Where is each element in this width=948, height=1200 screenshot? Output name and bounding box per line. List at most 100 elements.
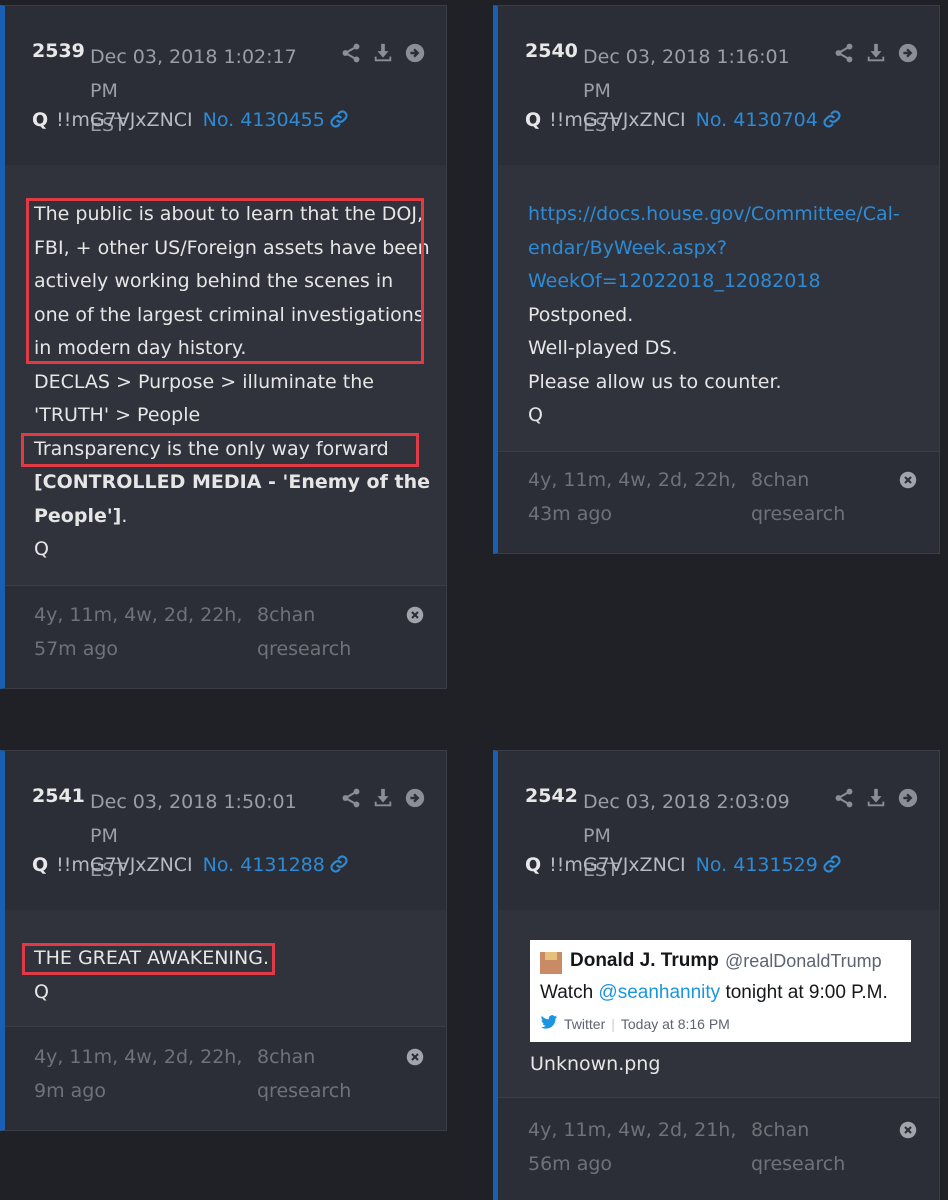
tweet-text-suffix: tonight at 9:00 P.M. xyxy=(720,982,888,1003)
age-line: 57m ago xyxy=(34,638,119,660)
tweet-text: Watch @seanhannity tonight at 9:00 P.M. xyxy=(540,982,888,1004)
post-number-link[interactable]: No. 4130704 xyxy=(696,109,818,131)
post-datetime: Dec 03, 2018 1:02:17 PM xyxy=(90,46,297,102)
board-name: qresearch xyxy=(257,1080,352,1102)
board-name: 8chan xyxy=(751,1119,810,1141)
post-number-link[interactable]: No. 4130455 xyxy=(203,109,325,131)
poster-name: Q xyxy=(32,854,49,876)
download-icon[interactable] xyxy=(865,787,887,809)
post-age: 4y, 11m, 4w, 2d, 21h, 56m ago xyxy=(528,1113,736,1181)
tweet-source: Twitter xyxy=(564,1016,606,1032)
age-line: 56m ago xyxy=(528,1153,613,1175)
tripcode: !!mG7VJxZNCI xyxy=(549,109,686,131)
tweet-author-handle: @realDonaldTrump xyxy=(725,951,882,971)
tweet-mention: @seanhannity xyxy=(598,982,721,1003)
post-trip: Q !!mG7VJxZNCI No. 4131288 xyxy=(32,852,349,881)
download-icon[interactable] xyxy=(865,42,887,64)
post-footer: 4y, 11m, 4w, 2d, 21h, 56m ago 8chan qres… xyxy=(498,1096,939,1200)
poster-name: Q xyxy=(525,854,542,876)
post-actions xyxy=(833,42,919,64)
close-icon[interactable] xyxy=(406,1048,424,1066)
close-icon[interactable] xyxy=(899,471,917,489)
post-datetime: Dec 03, 2018 1:50:01 PM xyxy=(90,791,297,847)
post-trip: Q !!mG7VJxZNCI No. 4130455 xyxy=(32,107,349,136)
close-icon[interactable] xyxy=(406,606,424,624)
post-line: Well-played DS. xyxy=(528,337,678,359)
board-name: 8chan xyxy=(257,1046,316,1068)
post-actions xyxy=(340,42,426,64)
post-line-bold: [CONTROLLED MEDIA - 'Enemy of the xyxy=(34,466,430,500)
post-url-link[interactable]: endar/ByWeek.aspx? xyxy=(528,237,727,259)
share-icon[interactable] xyxy=(340,42,362,64)
post-card: 2542 Dec 03, 2018 2:03:09 PM EST Q !!mG7V… xyxy=(493,750,940,1200)
post-footer: 4y, 11m, 4w, 2d, 22h, 9m ago 8chan qrese… xyxy=(5,1024,446,1130)
age-line: 4y, 11m, 4w, 2d, 22h, xyxy=(34,1046,243,1068)
tweet-text-prefix: Watch xyxy=(540,982,599,1003)
tweet-author-name: Donald J. Trump xyxy=(570,950,719,971)
post-number-link[interactable]: No. 4131529 xyxy=(696,854,818,876)
goto-arrow-icon[interactable] xyxy=(897,42,919,64)
post-age: 4y, 11m, 4w, 2d, 22h, 43m ago xyxy=(528,463,736,531)
post-line-bold: People']. xyxy=(34,500,430,534)
post-trip: Q !!mG7VJxZNCI No. 4130704 xyxy=(525,107,842,136)
post-number: 2539 xyxy=(32,40,85,62)
share-icon[interactable] xyxy=(833,42,855,64)
post-line: DECLAS > Purpose > illuminate the xyxy=(34,370,374,393)
tweet-time: Today at 8:16 PM xyxy=(620,1016,730,1032)
post-text: https://docs.house.gov/Committee/Cal- en… xyxy=(528,198,900,433)
age-line: 43m ago xyxy=(528,503,613,525)
age-line: 4y, 11m, 4w, 2d, 21h, xyxy=(528,1119,737,1141)
goto-arrow-icon[interactable] xyxy=(404,42,426,64)
tweet-image[interactable]: Donald J. Trump @realDonaldTrump Watch @… xyxy=(530,940,911,1042)
age-line: 4y, 11m, 4w, 2d, 22h, xyxy=(528,469,737,491)
tripcode: !!mG7VJxZNCI xyxy=(56,109,193,131)
tripcode: !!mG7VJxZNCI xyxy=(549,854,686,876)
post-url-line: https://docs.house.gov/Committee/Cal- xyxy=(528,198,900,232)
post-datetime: Dec 03, 2018 1:16:01 PM xyxy=(583,46,790,102)
post-footer: 4y, 11m, 4w, 2d, 22h, 57m ago 8chan qres… xyxy=(5,583,446,688)
post-line: Postponed. xyxy=(528,303,634,326)
post-header: 2539 Dec 03, 2018 1:02:17 PM EST Q !!mG7V… xyxy=(5,6,446,166)
board-name: 8chan xyxy=(751,469,810,491)
board-name: 8chan xyxy=(257,604,316,626)
post-number-link[interactable]: No. 4131288 xyxy=(203,854,325,876)
bold-text: [CONTROLLED MEDIA - 'Enemy of the xyxy=(34,471,430,493)
post-card: 2539 Dec 03, 2018 1:02:17 PM EST Q !!mG7V… xyxy=(0,5,447,689)
post-signature: Q xyxy=(34,980,49,1003)
post-number: 2540 xyxy=(525,40,578,62)
close-icon[interactable] xyxy=(899,1121,917,1139)
tweet-meta: Twitter | Today at 8:16 PM xyxy=(540,1015,730,1033)
link-icon[interactable] xyxy=(822,854,842,881)
post-actions xyxy=(340,787,426,809)
post-number: 2541 xyxy=(32,785,85,807)
download-icon[interactable] xyxy=(372,787,394,809)
post-age: 4y, 11m, 4w, 2d, 22h, 9m ago xyxy=(34,1040,242,1108)
goto-arrow-icon[interactable] xyxy=(897,787,919,809)
post-board: 8chan qresearch xyxy=(751,1113,845,1181)
bold-suffix: . xyxy=(121,504,128,527)
share-icon[interactable] xyxy=(340,787,362,809)
post-board: 8chan qresearch xyxy=(257,1040,351,1108)
post-url-line: endar/ByWeek.aspx? xyxy=(528,232,900,266)
board-name: qresearch xyxy=(257,638,352,660)
post-body: https://docs.house.gov/Committee/Cal- en… xyxy=(498,165,939,452)
link-icon[interactable] xyxy=(822,109,842,136)
post-board: 8chan qresearch xyxy=(257,598,351,666)
highlight-box xyxy=(22,943,275,975)
link-icon[interactable] xyxy=(329,109,349,136)
download-icon[interactable] xyxy=(372,42,394,64)
post-board: 8chan qresearch xyxy=(751,463,845,531)
post-footer: 4y, 11m, 4w, 2d, 22h, 43m ago 8chan qres… xyxy=(498,449,939,553)
link-icon[interactable] xyxy=(329,854,349,881)
post-url-link[interactable]: https://docs.house.gov/Committee/Cal- xyxy=(528,203,900,225)
attachment-filename[interactable]: Unknown.png xyxy=(530,1053,660,1075)
goto-arrow-icon[interactable] xyxy=(404,787,426,809)
post-signature: Q xyxy=(34,538,49,560)
post-number: 2542 xyxy=(525,785,578,807)
post-card: 2540 Dec 03, 2018 1:16:01 PM EST Q !!mG7V… xyxy=(493,5,940,554)
post-url-link[interactable]: WeekOf=12022018_12082018 xyxy=(528,270,821,292)
poster-name: Q xyxy=(32,109,49,131)
post-trip: Q !!mG7VJxZNCI No. 4131529 xyxy=(525,852,842,881)
post-card: 2541 Dec 03, 2018 1:50:01 PM EST Q !!mG7V… xyxy=(0,750,447,1131)
share-icon[interactable] xyxy=(833,787,855,809)
